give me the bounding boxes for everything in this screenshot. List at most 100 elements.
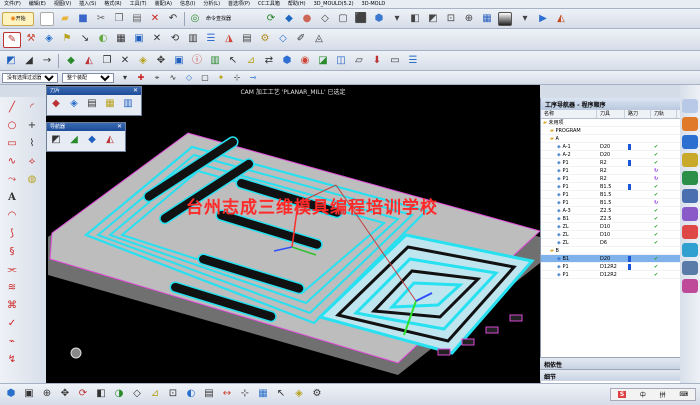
- text-icon[interactable]: A: [4, 191, 20, 205]
- geometry-view-icon[interactable]: ◆: [64, 54, 78, 68]
- object-icon[interactable]: ▣: [172, 54, 186, 68]
- program-view-icon[interactable]: ◩: [4, 54, 18, 68]
- tool-icon[interactable]: ◭: [554, 12, 568, 26]
- arrow-icon[interactable]: →: [40, 54, 54, 68]
- method-view-button-icon[interactable]: ◭: [103, 133, 117, 147]
- selection-filter-select[interactable]: 没有选择过滤器: [2, 73, 58, 83]
- start-button[interactable]: ◉ 开始: [2, 12, 34, 26]
- measure-distance-icon[interactable]: ↔: [220, 387, 234, 401]
- rectangle-icon[interactable]: ▭: [4, 137, 20, 151]
- insert-tool-icon[interactable]: ◈: [67, 97, 81, 111]
- analysis-icon[interactable]: ◈: [292, 387, 306, 401]
- zlevel-icon[interactable]: ☰: [406, 54, 420, 68]
- join-icon[interactable]: ⟆: [4, 227, 20, 241]
- navigator-row[interactable]: ▰ A: [541, 135, 680, 143]
- color-icon[interactable]: [498, 12, 512, 26]
- wireframe-icon[interactable]: ▢: [336, 12, 350, 26]
- save-icon[interactable]: ■: [76, 12, 90, 26]
- column-header[interactable]: 刀具: [597, 110, 625, 118]
- navigator-tab-icon[interactable]: [682, 99, 698, 113]
- view-dropdown-icon[interactable]: ▾: [390, 12, 404, 26]
- layer-setting-icon[interactable]: ▤: [202, 387, 216, 401]
- layer-icon[interactable]: ▦: [480, 12, 494, 26]
- divide-icon[interactable]: ⌁: [4, 335, 20, 349]
- navigator-row[interactable]: ◈ A-1 D20 ✔: [541, 143, 680, 151]
- isoparam-icon[interactable]: ⌘: [4, 299, 20, 313]
- iso-view-icon[interactable]: ⬢: [372, 12, 386, 26]
- machine-view-icon[interactable]: ◢: [22, 54, 36, 68]
- shop-doc-icon[interactable]: ▤: [240, 32, 254, 46]
- command-finder-icon[interactable]: ◎: [188, 12, 202, 26]
- refresh-icon[interactable]: ⟳: [264, 12, 278, 26]
- palette-tab-icon[interactable]: [682, 243, 698, 257]
- navigator-row[interactable]: ◈ P1 R2 ↻: [541, 167, 680, 175]
- intersect-icon[interactable]: ⫘: [4, 263, 20, 277]
- section-curve-icon[interactable]: ≋: [4, 281, 20, 295]
- shade-icon[interactable]: ●: [300, 12, 314, 26]
- reuse-tab-icon[interactable]: [682, 153, 698, 167]
- arrow-nav-icon[interactable]: ▶: [536, 12, 550, 26]
- navigator-row[interactable]: ◈ P1 B1.5 ✔: [541, 183, 680, 191]
- insert-geometry-icon[interactable]: ▤: [85, 97, 99, 111]
- copy-op-icon[interactable]: ❐: [100, 54, 114, 68]
- gouge-icon[interactable]: ◬: [312, 32, 326, 46]
- menu-item[interactable]: 3D_MOULD(5.2): [310, 0, 358, 9]
- body-select-icon[interactable]: ▢: [198, 71, 212, 85]
- menu-item[interactable]: 编辑(E): [25, 0, 50, 9]
- snap-grid-icon[interactable]: ▦: [256, 387, 270, 401]
- point-create-icon[interactable]: +: [24, 119, 40, 133]
- menu-item[interactable]: 格式(R): [100, 0, 125, 9]
- navigator-row[interactable]: ◈ ZL D10 ✔: [541, 223, 680, 231]
- circle-icon[interactable]: ○: [4, 119, 20, 133]
- navigator-row[interactable]: ◈ B1 D20 ✔: [541, 255, 680, 263]
- generate-icon[interactable]: ▦: [114, 32, 128, 46]
- mill-icon[interactable]: ◐: [96, 32, 110, 46]
- project-curve-icon[interactable]: ⤳: [4, 173, 20, 187]
- trim-icon[interactable]: ⟡: [24, 155, 40, 169]
- section-icon[interactable]: ◩: [426, 12, 440, 26]
- zoom-icon[interactable]: ⊕: [462, 12, 476, 26]
- column-header[interactable]: 名称: [541, 110, 597, 118]
- ime-pinyin[interactable]: 拼: [660, 390, 666, 399]
- param-icon[interactable]: ◈: [136, 54, 150, 68]
- filter-icon[interactable]: ▾: [118, 71, 132, 85]
- create-tool-icon[interactable]: ⚒: [24, 32, 38, 46]
- face-icon[interactable]: ▱: [352, 54, 366, 68]
- ime-punct-icon[interactable]: ⌨: [679, 391, 688, 398]
- verify-icon[interactable]: ▣: [132, 32, 146, 46]
- feed-icon[interactable]: ⚙: [258, 32, 272, 46]
- navigator-row[interactable]: ◈ ZL D10 ✔: [541, 231, 680, 239]
- pointer-select-icon[interactable]: ↖: [274, 387, 288, 401]
- dependencies-section[interactable]: 相依性: [540, 357, 680, 369]
- pan-icon[interactable]: ✥: [58, 387, 72, 401]
- midpoint-icon[interactable]: ⊸: [246, 71, 260, 85]
- navigator-row[interactable]: ◈ P1 R2 ↻: [541, 175, 680, 183]
- delete-op-icon[interactable]: ✕: [118, 54, 132, 68]
- level-icon[interactable]: ▥: [208, 54, 222, 68]
- new-file-icon[interactable]: [40, 12, 54, 26]
- delete-icon[interactable]: ✕: [148, 12, 162, 26]
- create-geometry-icon[interactable]: ◈: [42, 32, 56, 46]
- menu-item[interactable]: 分析(L): [199, 0, 224, 9]
- navigator-row[interactable]: ▰ B: [541, 247, 680, 255]
- arc-icon[interactable]: ◜: [24, 101, 40, 115]
- zoom-view-icon[interactable]: ⊕: [40, 387, 54, 401]
- cut-icon[interactable]: ✂: [94, 12, 108, 26]
- settings-icon[interactable]: ⚙: [310, 387, 324, 401]
- replay-icon[interactable]: ⟲: [168, 32, 182, 46]
- postprocess-icon[interactable]: ▥: [186, 32, 200, 46]
- create-operation-icon[interactable]: ↘: [78, 32, 92, 46]
- menu-item[interactable]: 帮助(H): [284, 0, 310, 9]
- extract-curve-icon[interactable]: ◠: [4, 209, 20, 223]
- list-icon[interactable]: ☰: [204, 32, 218, 46]
- cube-view-icon[interactable]: ⬛: [354, 12, 368, 26]
- measure-icon[interactable]: ⊿: [244, 54, 258, 68]
- cancel-icon[interactable]: ✕: [150, 32, 164, 46]
- wrap-icon[interactable]: ✓: [4, 317, 20, 331]
- edit-path-icon[interactable]: ✐: [294, 32, 308, 46]
- insert-program-icon[interactable]: ◆: [49, 97, 63, 111]
- column-header[interactable]: 路刀: [625, 110, 651, 118]
- menu-item[interactable]: CC工具箱: [254, 0, 284, 9]
- details-section[interactable]: 细节: [540, 369, 680, 381]
- process-tab-icon[interactable]: [682, 225, 698, 239]
